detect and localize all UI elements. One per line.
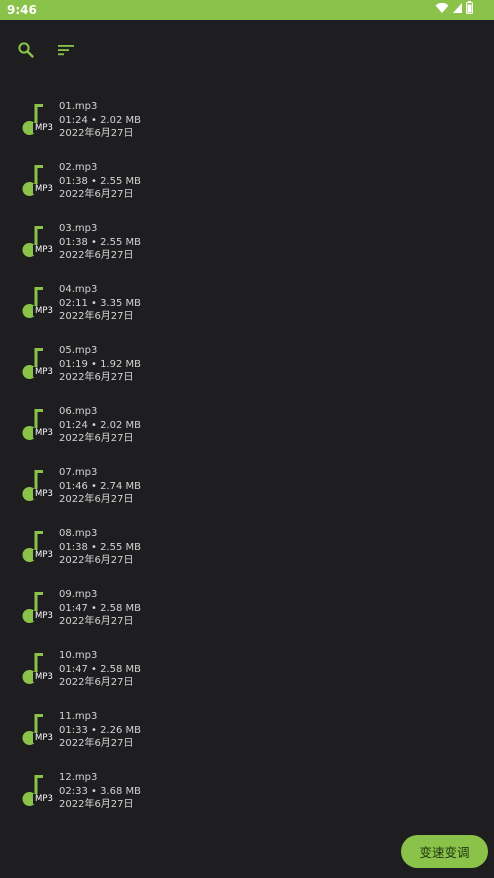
file-date: 2022年6月27日 — [59, 189, 134, 200]
audio-file-icon: MP3 — [22, 225, 55, 259]
audio-file-icon: MP3 — [22, 713, 55, 747]
signal-icon — [452, 1, 463, 19]
file-duration-size: 01:38 • 2.55 MB — [59, 236, 142, 248]
file-details: 09.mp3 01:47 • 2.58 MB 2022年6月27日 — [59, 588, 141, 629]
file-type-label: MP3 — [33, 428, 55, 438]
sort-button[interactable] — [56, 42, 76, 62]
file-type-label: MP3 — [33, 123, 55, 133]
status-time: 9:46 — [7, 3, 37, 17]
file-name: 02.mp3 — [59, 162, 98, 173]
file-duration-size: 01:47 • 2.58 MB — [59, 663, 142, 675]
file-details: 03.mp3 01:38 • 2.55 MB 2022年6月27日 — [59, 222, 141, 263]
file-item[interactable]: MP3 04.mp3 02:11 • 3.35 MB 2022年6月27日 — [0, 274, 494, 335]
file-duration-size: 01:46 • 2.74 MB — [59, 480, 142, 492]
file-duration-size: 01:24 • 2.02 MB — [59, 114, 142, 126]
file-name: 01.mp3 — [59, 101, 98, 112]
file-details: 10.mp3 01:47 • 2.58 MB 2022年6月27日 — [59, 649, 141, 690]
file-type-label: MP3 — [33, 245, 55, 255]
file-name: 12.mp3 — [59, 772, 98, 783]
file-item[interactable]: MP3 11.mp3 01:33 • 2.26 MB 2022年6月27日 — [0, 701, 494, 762]
file-name: 09.mp3 — [59, 589, 98, 600]
file-item[interactable]: MP3 06.mp3 01:24 • 2.02 MB 2022年6月27日 — [0, 396, 494, 457]
file-date: 2022年6月27日 — [59, 738, 134, 749]
search-button[interactable] — [16, 41, 36, 64]
file-date: 2022年6月27日 — [59, 250, 134, 261]
file-item[interactable]: MP3 05.mp3 01:19 • 1.92 MB 2022年6月27日 — [0, 335, 494, 396]
file-details: 08.mp3 01:38 • 2.55 MB 2022年6月27日 — [59, 527, 141, 568]
audio-file-icon: MP3 — [22, 103, 55, 137]
toolbar — [0, 20, 494, 84]
file-details: 04.mp3 02:11 • 3.35 MB 2022年6月27日 — [59, 283, 141, 324]
file-duration-size: 01:24 • 2.02 MB — [59, 419, 142, 431]
speed-pitch-button[interactable]: 变速变调 — [401, 835, 488, 868]
file-type-label: MP3 — [33, 184, 55, 194]
audio-file-icon: MP3 — [22, 652, 55, 686]
file-details: 06.mp3 01:24 • 2.02 MB 2022年6月27日 — [59, 405, 141, 446]
battery-icon — [466, 1, 473, 19]
file-type-label: MP3 — [33, 733, 55, 743]
audio-file-icon: MP3 — [22, 469, 55, 503]
file-item[interactable]: MP3 09.mp3 01:47 • 2.58 MB 2022年6月27日 — [0, 579, 494, 640]
file-date: 2022年6月27日 — [59, 555, 134, 566]
file-type-label: MP3 — [33, 611, 55, 621]
audio-file-icon: MP3 — [22, 774, 55, 808]
file-item[interactable]: MP3 03.mp3 01:38 • 2.55 MB 2022年6月27日 — [0, 213, 494, 274]
status-icons — [435, 1, 473, 19]
file-type-label: MP3 — [33, 367, 55, 377]
file-duration-size: 02:33 • 3.68 MB — [59, 785, 142, 797]
file-list: MP3 01.mp3 01:24 • 2.02 MB 2022年6月27日 MP… — [0, 91, 494, 823]
file-name: 11.mp3 — [59, 711, 98, 722]
file-date: 2022年6月27日 — [59, 311, 134, 322]
file-date: 2022年6月27日 — [59, 433, 134, 444]
file-details: 12.mp3 02:33 • 3.68 MB 2022年6月27日 — [59, 771, 141, 812]
wifi-icon — [435, 1, 449, 19]
file-name: 04.mp3 — [59, 284, 98, 295]
file-item[interactable]: MP3 01.mp3 01:24 • 2.02 MB 2022年6月27日 — [0, 91, 494, 152]
file-type-label: MP3 — [33, 672, 55, 682]
file-date: 2022年6月27日 — [59, 372, 134, 383]
file-item[interactable]: MP3 07.mp3 01:46 • 2.74 MB 2022年6月27日 — [0, 457, 494, 518]
file-date: 2022年6月27日 — [59, 128, 134, 139]
file-item[interactable]: MP3 12.mp3 02:33 • 3.68 MB 2022年6月27日 — [0, 762, 494, 823]
file-name: 03.mp3 — [59, 223, 98, 234]
file-duration-size: 01:33 • 2.26 MB — [59, 724, 142, 736]
file-duration-size: 01:38 • 2.55 MB — [59, 541, 142, 553]
search-icon — [17, 41, 35, 64]
file-name: 07.mp3 — [59, 467, 98, 478]
file-item[interactable]: MP3 02.mp3 01:38 • 2.55 MB 2022年6月27日 — [0, 152, 494, 213]
file-duration-size: 01:19 • 1.92 MB — [59, 358, 142, 370]
file-details: 01.mp3 01:24 • 2.02 MB 2022年6月27日 — [59, 100, 141, 141]
file-date: 2022年6月27日 — [59, 494, 134, 505]
file-details: 07.mp3 01:46 • 2.74 MB 2022年6月27日 — [59, 466, 141, 507]
file-name: 08.mp3 — [59, 528, 98, 539]
audio-file-icon: MP3 — [22, 286, 55, 320]
file-duration-size: 01:38 • 2.55 MB — [59, 175, 142, 187]
file-details: 05.mp3 01:19 • 1.92 MB 2022年6月27日 — [59, 344, 141, 385]
file-details: 11.mp3 01:33 • 2.26 MB 2022年6月27日 — [59, 710, 141, 751]
file-name: 10.mp3 — [59, 650, 98, 661]
status-bar: 9:46 — [0, 0, 494, 20]
file-date: 2022年6月27日 — [59, 616, 134, 627]
file-item[interactable]: MP3 10.mp3 01:47 • 2.58 MB 2022年6月27日 — [0, 640, 494, 701]
audio-file-icon: MP3 — [22, 347, 55, 381]
file-duration-size: 01:47 • 2.58 MB — [59, 602, 142, 614]
file-date: 2022年6月27日 — [59, 677, 134, 688]
file-type-label: MP3 — [33, 794, 55, 804]
audio-file-icon: MP3 — [22, 408, 55, 442]
file-type-label: MP3 — [33, 306, 55, 316]
audio-file-icon: MP3 — [22, 591, 55, 625]
file-name: 05.mp3 — [59, 345, 98, 356]
file-details: 02.mp3 01:38 • 2.55 MB 2022年6月27日 — [59, 161, 141, 202]
file-duration-size: 02:11 • 3.35 MB — [59, 297, 142, 309]
file-type-label: MP3 — [33, 489, 55, 499]
file-type-label: MP3 — [33, 550, 55, 560]
audio-file-icon: MP3 — [22, 530, 55, 564]
file-date: 2022年6月27日 — [59, 799, 134, 810]
sort-icon — [57, 43, 75, 62]
file-name: 06.mp3 — [59, 406, 98, 417]
file-item[interactable]: MP3 08.mp3 01:38 • 2.55 MB 2022年6月27日 — [0, 518, 494, 579]
audio-file-icon: MP3 — [22, 164, 55, 198]
